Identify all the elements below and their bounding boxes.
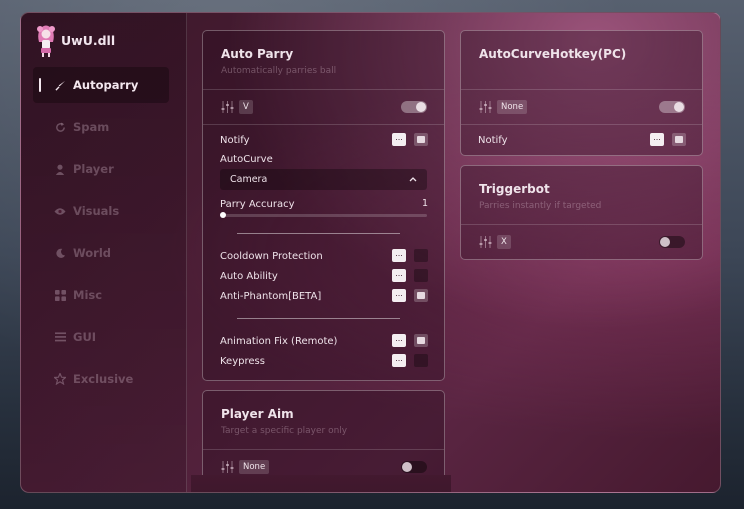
notify-options-button[interactable]: ... — [650, 133, 664, 146]
option-label: Animation Fix (Remote) — [220, 336, 338, 347]
card-title: Auto Parry — [221, 47, 294, 61]
sidebar-item-visuals[interactable]: Visuals — [33, 193, 169, 229]
sidebar-item-label: Exclusive — [73, 372, 134, 386]
option-options-button[interactable]: ... — [392, 289, 406, 302]
star-icon — [53, 372, 67, 386]
keybind-badge[interactable]: X — [497, 235, 511, 249]
menu-icon — [53, 330, 67, 344]
toggle-knob — [660, 237, 670, 247]
sidebar-item-world[interactable]: World — [33, 235, 169, 271]
card-subtitle: Parries instantly if targeted — [479, 201, 602, 211]
sliders-icon — [479, 236, 492, 248]
sword-icon — [53, 78, 67, 92]
brand: UwU.dll — [35, 23, 115, 57]
auto-parry-card: Auto Parry Automatically parries ball V … — [202, 30, 445, 381]
eye-icon — [53, 204, 67, 218]
grid-icon — [53, 288, 67, 302]
scroll-clip — [191, 475, 451, 492]
user-icon — [53, 162, 67, 176]
option-label: Keypress — [220, 356, 265, 367]
parry-accuracy-value: 1 — [422, 198, 429, 209]
notify-label: Notify — [220, 135, 250, 146]
sidebar-item-spam[interactable]: Spam — [33, 109, 169, 145]
sidebar-item-label: GUI — [73, 330, 97, 344]
option-label: Cooldown Protection — [220, 251, 323, 262]
card-title: Triggerbot — [479, 182, 550, 196]
sidebar-item-misc[interactable]: Misc — [33, 277, 169, 313]
card-title: Player Aim — [221, 407, 294, 421]
notify-checkbox[interactable] — [672, 133, 686, 146]
card-subtitle: Automatically parries ball — [221, 66, 337, 76]
sidebar-item-label: Spam — [73, 120, 110, 134]
option-label: Anti-Phantom[BETA] — [220, 291, 322, 302]
sidebar: UwU.dll Autoparry Spam Player Visuals Wo… — [21, 13, 187, 492]
option-options-button[interactable]: ... — [392, 249, 406, 262]
sidebar-item-label: Player — [73, 162, 114, 176]
toggle-knob — [416, 102, 426, 112]
app-window: UwU.dll Autoparry Spam Player Visuals Wo… — [20, 12, 721, 493]
enable-toggle[interactable] — [659, 101, 685, 113]
card-header: AutoCurveHotkey(PC) — [461, 31, 702, 90]
sliders-icon — [479, 101, 492, 113]
chevron-up-icon — [409, 177, 417, 182]
app-title: UwU.dll — [61, 32, 116, 48]
keybind-badge[interactable]: V — [239, 100, 253, 114]
auto-ability-checkbox[interactable] — [414, 269, 428, 282]
notify-label: Notify — [478, 135, 508, 146]
card-subtitle: Target a specific player only — [221, 426, 348, 436]
refresh-icon — [53, 120, 67, 134]
card-header: Auto Parry Automatically parries ball — [203, 31, 444, 90]
anime-avatar-logo — [37, 25, 55, 57]
sidebar-nav: Autoparry Spam Player Visuals World Misc… — [33, 67, 169, 403]
enable-toggle[interactable] — [401, 101, 427, 113]
autocurve-value: Camera — [230, 174, 268, 185]
keybind-row: None — [461, 90, 702, 125]
parry-accuracy-label: Parry Accuracy — [220, 199, 295, 210]
slider-handle[interactable] — [220, 212, 226, 218]
card-title: AutoCurveHotkey(PC) — [479, 47, 627, 61]
sidebar-item-player[interactable]: Player — [33, 151, 169, 187]
section-divider — [237, 318, 400, 319]
keybind-badge[interactable]: None — [239, 460, 270, 474]
option-options-button[interactable]: ... — [392, 334, 406, 347]
sidebar-item-exclusive[interactable]: Exclusive — [33, 361, 169, 397]
keybind-row: V — [203, 90, 444, 125]
toggle-knob — [674, 102, 684, 112]
cooldown-protection-checkbox[interactable] — [414, 249, 428, 262]
triggerbot-card: Triggerbot Parries instantly if targeted… — [460, 165, 703, 260]
sidebar-item-label: World — [73, 246, 112, 260]
anti-phantom-checkbox[interactable] — [414, 289, 428, 302]
keybind-row: X — [461, 225, 702, 259]
keybind-badge[interactable]: None — [497, 100, 528, 114]
parry-accuracy-slider[interactable] — [220, 212, 427, 218]
sliders-icon — [221, 101, 234, 113]
animation-fix-checkbox[interactable] — [414, 334, 428, 347]
notify-options-button[interactable]: ... — [392, 133, 406, 146]
option-label: Auto Ability — [220, 271, 278, 282]
enable-toggle[interactable] — [659, 236, 685, 248]
option-options-button[interactable]: ... — [392, 354, 406, 367]
enable-toggle[interactable] — [401, 461, 427, 473]
sidebar-item-label: Misc — [73, 288, 103, 302]
section-divider — [237, 233, 400, 234]
sidebar-item-label: Visuals — [73, 204, 120, 218]
sliders-icon — [221, 461, 234, 473]
card-header: Player Aim Target a specific player only — [203, 391, 444, 450]
keypress-checkbox[interactable] — [414, 354, 428, 367]
moon-icon — [53, 246, 67, 260]
autocurve-dropdown[interactable]: Camera — [220, 169, 427, 190]
autocurve-label: AutoCurve — [220, 154, 273, 165]
sidebar-item-label: Autoparry — [73, 78, 139, 92]
sidebar-item-autoparry[interactable]: Autoparry — [33, 67, 169, 103]
card-header: Triggerbot Parries instantly if targeted — [461, 166, 702, 225]
sidebar-item-gui[interactable]: GUI — [33, 319, 169, 355]
auto-curve-hotkey-card: AutoCurveHotkey(PC) None Notify ... — [460, 30, 703, 156]
option-options-button[interactable]: ... — [392, 269, 406, 282]
notify-checkbox[interactable] — [414, 133, 428, 146]
toggle-knob — [402, 462, 412, 472]
